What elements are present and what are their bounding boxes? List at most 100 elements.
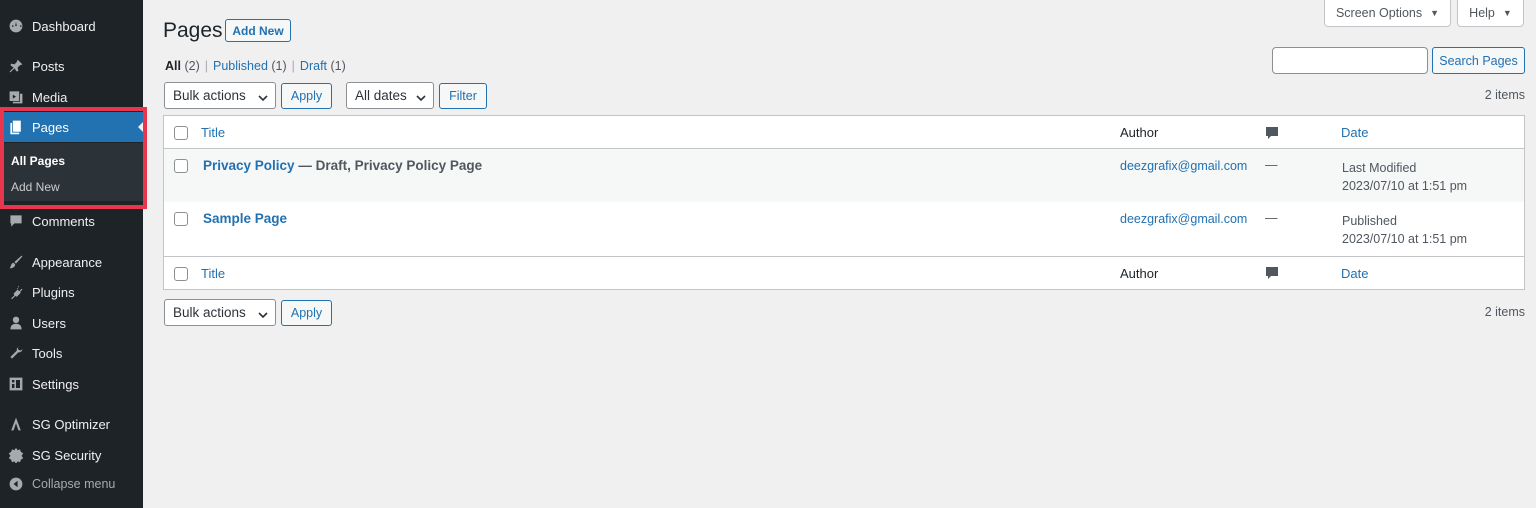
menu-label: SG Security: [32, 447, 102, 463]
view-published[interactable]: Published (1): [213, 59, 287, 73]
menu-settings[interactable]: Settings: [0, 369, 143, 399]
comment-bubble-icon: [1265, 126, 1279, 140]
menu-plugins[interactable]: Plugins: [0, 277, 143, 307]
admin-sidebar: Dashboard Posts Media Pages All Pages Ad…: [0, 0, 147, 508]
view-filters: All (2) | Published (1) | Draft (1): [165, 59, 346, 73]
search-pages-button[interactable]: Search Pages: [1432, 47, 1525, 74]
row-title-text: Privacy Policy: [203, 158, 295, 173]
pages-submenu: All Pages Add New: [0, 143, 143, 201]
media-icon: [0, 89, 32, 105]
menu-comments[interactable]: Comments: [0, 206, 143, 236]
bulk-actions-value: Bulk actions: [173, 88, 246, 103]
menu-label: Dashboard: [32, 18, 96, 34]
screen-options-label: Screen Options: [1335, 6, 1423, 20]
collapse-menu-button[interactable]: Collapse menu: [0, 469, 143, 499]
select-all-checkbox-footer[interactable]: [174, 267, 188, 281]
row-author-link[interactable]: deezgrafix@gmail.com: [1120, 212, 1247, 226]
settings-icon: [0, 376, 32, 392]
menu-sg-optimizer[interactable]: SG Optimizer: [0, 409, 143, 439]
items-count-bottom: 2 items: [1484, 305, 1525, 319]
collapse-icon: [0, 476, 32, 492]
table-row: Privacy Policy — Draft, Privacy Policy P…: [164, 149, 1524, 203]
caret-down-icon: ▼: [1430, 8, 1440, 18]
menu-posts[interactable]: Posts: [0, 51, 143, 81]
menu-label: Pages: [32, 119, 69, 135]
submenu-add-new[interactable]: Add New: [11, 180, 60, 194]
column-title-sort[interactable]: Title: [201, 125, 225, 140]
view-all-count: (2): [184, 59, 200, 73]
row-title-link[interactable]: Sample Page: [203, 211, 287, 226]
menu-media[interactable]: Media: [0, 82, 143, 112]
view-all[interactable]: All (2): [165, 59, 200, 73]
submenu-all-pages[interactable]: All Pages: [11, 154, 65, 168]
select-all-checkbox[interactable]: [174, 126, 188, 140]
search-input[interactable]: [1272, 47, 1428, 74]
column-date-sort[interactable]: Date: [1341, 125, 1368, 140]
pages-table: Title Author Date Privacy Policy — Draft…: [163, 115, 1525, 290]
menu-label: Settings: [32, 376, 79, 392]
chevron-down-icon: [258, 308, 268, 319]
table-header: Title Author Date: [164, 116, 1524, 149]
main-content: Screen Options ▼ Help ▼ Pages Add New Al…: [143, 0, 1536, 508]
separator: |: [204, 59, 208, 73]
menu-tools[interactable]: Tools: [0, 338, 143, 368]
apply-button-bottom[interactable]: Apply: [281, 300, 332, 326]
menu-users[interactable]: Users: [0, 308, 143, 338]
dates-value: All dates: [355, 88, 407, 103]
menu-label: SG Optimizer: [32, 416, 111, 432]
row-date-status: Last Modified: [1342, 161, 1417, 175]
menu-label: Posts: [32, 58, 65, 74]
help-button[interactable]: Help ▼: [1457, 0, 1524, 27]
menu-label: Tools: [32, 345, 63, 361]
menu-dashboard[interactable]: Dashboard: [0, 11, 143, 41]
column-date-sort-footer[interactable]: Date: [1341, 266, 1368, 281]
page-title: Pages: [163, 19, 223, 42]
pages-icon: [0, 119, 32, 135]
row-post-state: — Draft, Privacy Policy Page: [294, 158, 483, 173]
menu-sg-security[interactable]: SG Security: [0, 440, 143, 470]
row-checkbox[interactable]: [174, 212, 188, 226]
sg-security-icon: [0, 447, 32, 463]
menu-pages[interactable]: Pages: [0, 112, 143, 142]
collapse-label: Collapse menu: [32, 477, 116, 491]
table-row: Sample Page deezgrafix@gmail.com — Publi…: [164, 202, 1524, 256]
bulk-actions-select-top[interactable]: Bulk actions: [164, 82, 276, 109]
row-title-text: Sample Page: [203, 211, 288, 226]
column-title-sort-footer[interactable]: Title: [201, 266, 225, 281]
row-author-link[interactable]: deezgrafix@gmail.com: [1120, 159, 1247, 173]
bulk-actions-select-bottom[interactable]: Bulk actions: [164, 299, 276, 326]
wrench-icon: [0, 345, 32, 361]
menu-label: Comments: [32, 213, 95, 229]
help-label: Help: [1469, 6, 1495, 20]
menu-appearance[interactable]: Appearance: [0, 247, 143, 277]
screen-options-button[interactable]: Screen Options ▼: [1324, 0, 1451, 27]
apply-button-top[interactable]: Apply: [281, 83, 332, 109]
chevron-down-icon: [416, 91, 426, 102]
comment-bubble-icon: [1265, 266, 1279, 280]
row-checkbox[interactable]: [174, 159, 188, 173]
menu-label: Media: [32, 89, 68, 105]
dashboard-icon: [0, 18, 32, 34]
view-all-label: All: [165, 59, 181, 73]
chevron-down-icon: [258, 91, 268, 102]
separator: |: [291, 59, 295, 73]
sg-optimizer-icon: [0, 416, 32, 432]
table-footer: Title Author Date: [164, 256, 1524, 289]
dates-select[interactable]: All dates: [346, 82, 434, 109]
view-draft[interactable]: Draft (1): [300, 59, 346, 73]
bulk-actions-value: Bulk actions: [173, 305, 246, 320]
row-comments: —: [1265, 211, 1278, 225]
row-comments: —: [1265, 158, 1278, 172]
row-date-status: Published: [1342, 214, 1397, 228]
pin-icon: [0, 58, 32, 74]
view-draft-count: (1): [330, 59, 346, 73]
comment-icon: [0, 213, 32, 229]
column-author: Author: [1120, 125, 1159, 140]
view-published-count: (1): [271, 59, 287, 73]
add-new-button[interactable]: Add New: [225, 19, 291, 42]
user-icon: [0, 315, 32, 331]
row-title-link[interactable]: Privacy Policy — Draft, Privacy Policy P…: [203, 158, 482, 173]
menu-label: Appearance: [32, 254, 103, 270]
brush-icon: [0, 254, 32, 270]
filter-button[interactable]: Filter: [439, 83, 487, 109]
